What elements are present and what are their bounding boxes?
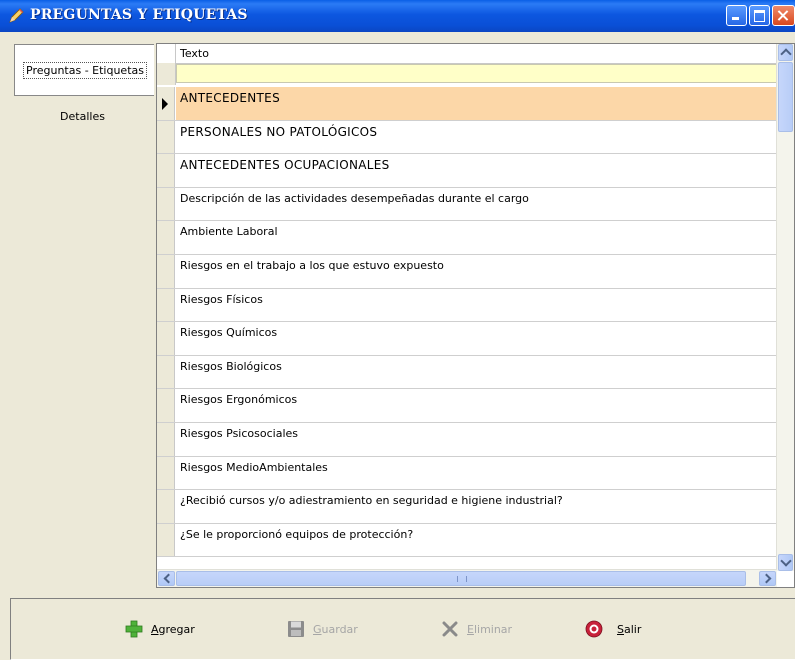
close-button[interactable] xyxy=(772,5,795,26)
cell-text: Riesgos Biológicos xyxy=(180,359,282,373)
row-selector[interactable] xyxy=(157,87,175,120)
scroll-up-button[interactable] xyxy=(778,44,793,61)
maximize-button[interactable] xyxy=(749,5,770,26)
texto-cell[interactable]: Riesgos Biológicos xyxy=(176,356,777,389)
texto-cell[interactable]: Riesgos Psicosociales xyxy=(176,423,777,456)
texto-cell[interactable]: Riesgos Químicos xyxy=(176,322,777,355)
table-row[interactable]: Riesgos Psicosociales xyxy=(157,422,777,457)
row-selector[interactable] xyxy=(157,288,175,322)
row-selector[interactable] xyxy=(157,523,175,557)
table-row[interactable]: Riesgos Ergonómicos xyxy=(157,389,777,423)
scroll-left-button[interactable] xyxy=(158,571,175,586)
texto-cell[interactable]: ¿Recibió cursos y/o adiestramiento en se… xyxy=(176,490,777,523)
current-row-arrow-icon xyxy=(162,98,168,110)
save-label: Guardar xyxy=(313,622,358,636)
row-selector[interactable] xyxy=(157,154,175,187)
table-row[interactable]: ANTECEDENTES OCUPACIONALES xyxy=(157,154,777,188)
row-selector[interactable] xyxy=(157,120,175,154)
vertical-scroll-thumb[interactable] xyxy=(778,62,793,132)
pencil-icon xyxy=(9,8,24,23)
table-row[interactable]: ¿Se le proporcionó equipos de protección… xyxy=(157,523,777,558)
table-row[interactable]: ANTECEDENTES xyxy=(157,87,777,121)
horizontal-scrollbar[interactable] xyxy=(157,569,777,587)
table-row[interactable]: Riesgos Físicos xyxy=(157,288,777,323)
x-delete-icon xyxy=(442,621,458,637)
row-selector[interactable] xyxy=(157,187,175,221)
bottom-toolbar: Agregar Guardar Eliminar Salir xyxy=(10,598,795,660)
table-row[interactable]: PERSONALES NO PATOLÓGICOS xyxy=(157,120,777,155)
tab-label: Preguntas - Etiquetas xyxy=(23,62,147,79)
cell-text: Riesgos Físicos xyxy=(180,292,263,306)
row-selector[interactable] xyxy=(157,422,175,456)
scroll-down-button[interactable] xyxy=(778,554,793,571)
save-button[interactable]: Guardar xyxy=(287,619,358,639)
cell-text: Descripción de las actividades desempeña… xyxy=(180,191,529,205)
table-row[interactable]: Descripción de las actividades desempeña… xyxy=(157,187,777,222)
window-title: PREGUNTAS Y ETIQUETAS xyxy=(30,7,248,23)
add-label: Agregar xyxy=(151,622,195,636)
tab-preguntas-etiquetas[interactable]: Preguntas - Etiquetas xyxy=(14,44,154,96)
scroll-right-button[interactable] xyxy=(759,571,776,586)
row-selector[interactable] xyxy=(157,355,175,389)
table-row[interactable]: Riesgos en el trabajo a los que estuvo e… xyxy=(157,254,777,289)
cell-text: ¿Se le proporcionó equipos de protección… xyxy=(180,527,414,541)
texto-cell[interactable]: Riesgos Físicos xyxy=(176,289,777,322)
delete-button[interactable]: Eliminar xyxy=(441,619,512,639)
filter-row xyxy=(157,63,777,85)
exit-button[interactable]: Salir xyxy=(585,619,641,639)
plus-icon xyxy=(125,620,143,638)
table-row[interactable]: Riesgos Biológicos xyxy=(157,355,777,390)
texto-cell[interactable]: Descripción de las actividades desempeña… xyxy=(176,188,777,221)
cell-text: Ambiente Laboral xyxy=(180,225,278,239)
add-button[interactable]: Agregar xyxy=(125,619,195,639)
table-row[interactable]: ¿Recibió cursos y/o adiestramiento en se… xyxy=(157,490,777,524)
texto-cell[interactable]: ¿Se le proporcionó equipos de protección… xyxy=(176,524,777,557)
cell-text: Riesgos en el trabajo a los que estuvo e… xyxy=(180,258,444,272)
cell-text: Riesgos Psicosociales xyxy=(180,426,299,440)
row-selector[interactable] xyxy=(157,254,175,288)
table-row[interactable]: Riesgos MedioAmbientales xyxy=(157,456,777,491)
row-selector[interactable] xyxy=(157,490,175,523)
questions-grid: Texto ANTECEDENTES PERSONALES NO PATOLÓGI… xyxy=(156,43,795,588)
delete-label: Eliminar xyxy=(467,622,513,636)
tab-strip: Preguntas - Etiquetas Detalles xyxy=(10,40,155,600)
horizontal-scroll-thumb[interactable] xyxy=(176,571,746,586)
row-selector[interactable] xyxy=(157,456,175,490)
cell-text: PERSONALES NO PATOLÓGICOS xyxy=(180,124,378,139)
cell-text: ¿Recibió cursos y/o adiestramiento en se… xyxy=(180,494,563,508)
texto-cell[interactable]: ANTECEDENTES OCUPACIONALES xyxy=(176,154,777,187)
filter-input[interactable] xyxy=(176,64,777,83)
grid-rows: ANTECEDENTES PERSONALES NO PATOLÓGICOS ANT… xyxy=(157,87,777,558)
cell-text: Riesgos MedioAmbientales xyxy=(180,460,328,474)
texto-cell[interactable]: Riesgos Ergonómicos xyxy=(176,389,777,422)
texto-cell[interactable]: ANTECEDENTES xyxy=(176,87,777,120)
cell-text: Riesgos Ergonómicos xyxy=(180,393,298,407)
cell-text: Riesgos Químicos xyxy=(180,326,278,340)
vertical-scrollbar[interactable] xyxy=(776,44,794,571)
table-row[interactable]: Ambiente Laboral xyxy=(157,221,777,255)
texto-cell[interactable]: PERSONALES NO PATOLÓGICOS xyxy=(176,121,777,154)
exit-icon xyxy=(585,620,603,638)
floppy-disk-icon xyxy=(288,621,304,637)
texto-cell[interactable]: Ambiente Laboral xyxy=(176,221,777,254)
exit-label: Salir xyxy=(617,622,642,636)
cell-text: ANTECEDENTES OCUPACIONALES xyxy=(180,158,390,173)
minimize-button[interactable] xyxy=(726,5,747,26)
texto-cell[interactable]: Riesgos en el trabajo a los que estuvo e… xyxy=(176,255,777,288)
title-bar: PREGUNTAS Y ETIQUETAS xyxy=(0,0,795,32)
row-selector[interactable] xyxy=(157,389,175,422)
grid-header: Texto xyxy=(157,44,777,64)
tab-detalles[interactable]: Detalles xyxy=(10,110,155,123)
row-selector[interactable] xyxy=(157,221,175,254)
header-selector-cell xyxy=(157,44,176,63)
table-row[interactable]: Riesgos Químicos xyxy=(157,322,777,356)
texto-cell[interactable]: Riesgos MedioAmbientales xyxy=(176,457,777,490)
cell-text: ANTECEDENTES xyxy=(180,91,280,105)
filter-selector-cell xyxy=(157,63,176,85)
column-header-texto[interactable]: Texto xyxy=(180,47,209,60)
row-selector[interactable] xyxy=(157,322,175,355)
